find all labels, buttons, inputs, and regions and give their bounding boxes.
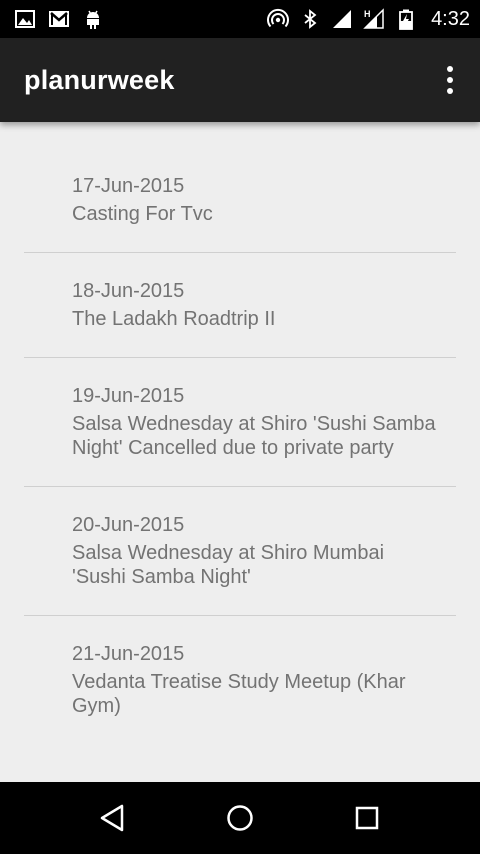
event-date: 21-Jun-2015 <box>72 643 185 665</box>
app-bar: planurweek <box>0 38 480 122</box>
app-title: planurweek <box>24 64 175 95</box>
event-title: Vedanta Treatise Study Meetup (Khar Gym) <box>72 671 406 717</box>
hotspot-icon <box>267 8 290 28</box>
bluetooth-icon <box>304 9 317 29</box>
notification-icons <box>14 8 104 30</box>
event-title: Salsa Wednesday at Shiro Mumbai 'Sushi S… <box>72 542 385 588</box>
list-item[interactable]: 19-Jun-2015 Salsa Wednesday at Shiro 'Su… <box>24 358 456 487</box>
navigation-bar <box>0 782 480 854</box>
overflow-menu-icon[interactable] <box>438 60 462 100</box>
list-item[interactable]: 17-Jun-2015 Casting For Tvc <box>24 122 456 253</box>
gmail-icon <box>49 11 69 27</box>
event-date: 17-Jun-2015 <box>72 175 185 197</box>
event-date: 18-Jun-2015 <box>72 280 185 302</box>
list-item[interactable]: 18-Jun-2015 The Ladakh Roadtrip II <box>24 253 456 358</box>
home-icon[interactable] <box>220 798 260 838</box>
image-icon <box>15 10 35 28</box>
android-icon <box>87 10 99 29</box>
list-item[interactable]: 20-Jun-2015 Salsa Wednesday at Shiro Mum… <box>24 487 456 616</box>
signal-h-icon: H <box>363 8 384 29</box>
status-time: 4:32 <box>431 7 470 30</box>
event-title: The Ladakh Roadtrip II <box>72 308 276 330</box>
svg-text:H: H <box>364 9 371 19</box>
system-icons: H 4:32 <box>267 8 470 31</box>
back-icon[interactable] <box>93 798 133 838</box>
event-title: Casting For Tvc <box>72 203 213 225</box>
recents-icon[interactable] <box>347 798 387 838</box>
event-date: 20-Jun-2015 <box>72 514 185 536</box>
event-date: 19-Jun-2015 <box>72 385 185 407</box>
list-item[interactable]: 21-Jun-2015 Vedanta Treatise Study Meetu… <box>24 616 456 744</box>
battery-charging-icon <box>399 9 413 30</box>
event-list: 17-Jun-2015 Casting For Tvc 18-Jun-2015 … <box>24 122 456 782</box>
event-title: Salsa Wednesday at Shiro 'Sushi Samba Ni… <box>72 413 436 459</box>
signal-icon <box>333 10 352 28</box>
status-bar: H 4:32 <box>0 0 480 38</box>
